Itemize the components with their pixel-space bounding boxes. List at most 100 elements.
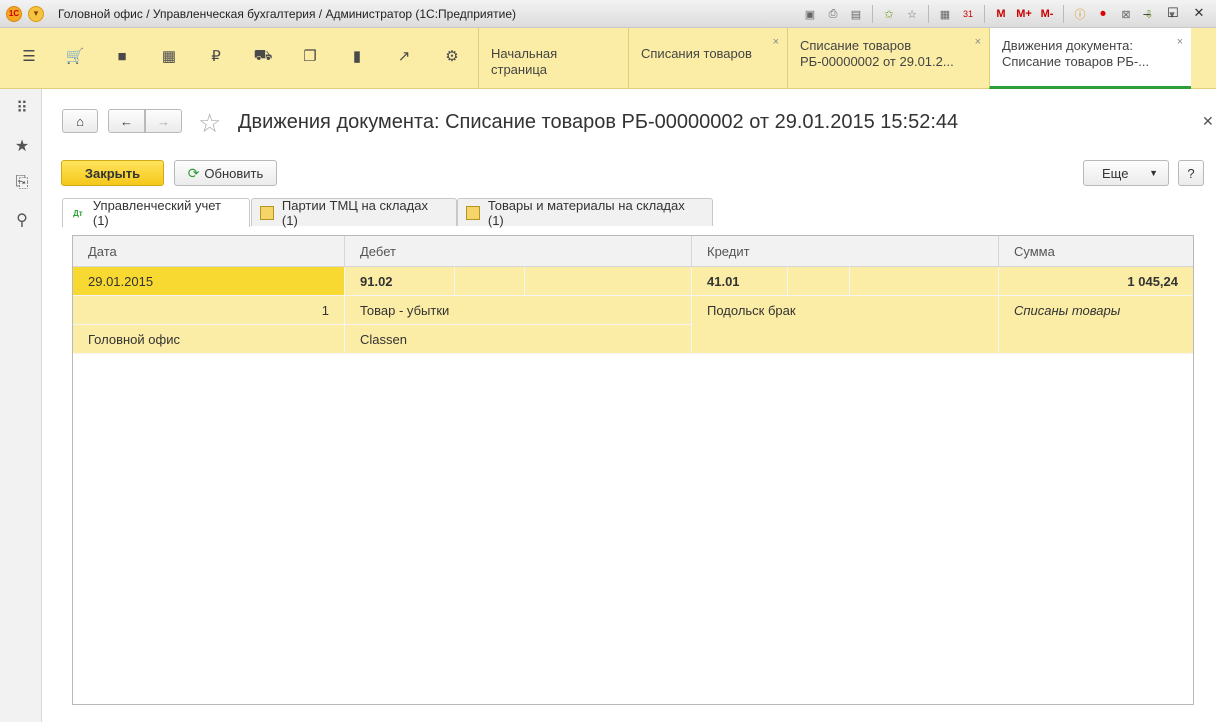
cell-sum[interactable]: 1 045,24	[999, 267, 1193, 296]
tab-document-movements[interactable]: Движения документа: Списание товаров РБ-…	[989, 28, 1191, 89]
memory-minus-button[interactable]: M-	[1037, 4, 1057, 24]
cell-debit-extra[interactable]	[525, 267, 692, 296]
warehouse-icon[interactable]: ▦	[157, 44, 181, 68]
page-title: Движения документа: Списание товаров РБ-…	[238, 111, 959, 133]
calendar-icon[interactable]: 31	[958, 4, 978, 24]
print-icon[interactable]: ⎙	[823, 4, 843, 24]
gear-icon[interactable]: ⚙	[440, 44, 464, 68]
cell-credit-subconto-1[interactable]: Подольск брак	[692, 296, 999, 354]
register-icon	[466, 205, 480, 220]
tab-close-icon[interactable]: ×	[975, 34, 981, 50]
tab-writeoffs-list[interactable]: Списания товаров ×	[628, 28, 787, 89]
save-icon[interactable]: ▣	[800, 4, 820, 24]
preview-icon[interactable]: ▤	[846, 4, 866, 24]
separator	[1063, 5, 1064, 23]
cell-credit-account[interactable]: 41.01	[692, 267, 788, 296]
separator	[928, 5, 929, 23]
back-button[interactable]: ←	[108, 109, 145, 133]
cell-line-number[interactable]: 1	[73, 296, 345, 325]
maximize-icon[interactable]: ☐	[1164, 4, 1182, 22]
ruble-icon[interactable]: ₽	[204, 44, 228, 68]
favorite-star-icon[interactable]: ☆	[198, 108, 221, 139]
favorites-add-icon[interactable]: ✩	[879, 4, 899, 24]
dropdown-arrow-icon: ▼	[1149, 168, 1158, 178]
refresh-label: Обновить	[204, 165, 264, 181]
home-button[interactable]: ⌂	[62, 109, 98, 133]
register-icon	[260, 205, 274, 220]
separator	[984, 5, 985, 23]
tab-label-line2: Списание товаров РБ-...	[1002, 54, 1150, 69]
cell-organization[interactable]: Головной офис	[73, 325, 345, 354]
memory-plus-button[interactable]: M+	[1014, 4, 1034, 24]
cell-content[interactable]: Списаны товары	[999, 296, 1193, 354]
help-button[interactable]: ?	[1178, 160, 1204, 186]
arrow-left-icon: ←	[120, 113, 133, 129]
tab-label: Управленческий учет (1)	[92, 198, 221, 228]
tab-close-icon[interactable]: ×	[1177, 34, 1183, 50]
column-header-date[interactable]: Дата	[73, 236, 345, 267]
cell-credit-extra[interactable]	[788, 267, 850, 296]
tab-batches-in-warehouses[interactable]: Партии ТМЦ на складах (1)	[251, 197, 457, 228]
truck-icon[interactable]: ⛟	[251, 44, 275, 68]
more-button[interactable]: Еще ▼	[1083, 160, 1169, 186]
tab-label-line2: РБ-00000002 от 29.01.2...	[800, 54, 954, 69]
tab-label: Списание товаров	[800, 38, 912, 53]
tab-close-icon[interactable]: ×	[773, 34, 779, 50]
movements-table[interactable]: Дата Дебет Кредит Сумма 29.01.2015 91.02…	[72, 235, 1194, 705]
history-icon[interactable]: ⎘	[11, 172, 33, 194]
column-header-debit[interactable]: Дебет	[345, 236, 692, 267]
column-header-sum[interactable]: Сумма	[999, 236, 1193, 267]
tab-start-page[interactable]: Начальная страница	[478, 28, 628, 89]
memory-button[interactable]: M	[991, 4, 1011, 24]
tab-label: Движения документа:	[1002, 38, 1133, 53]
tab-label: Начальная страница	[491, 46, 558, 77]
cell-debit-account[interactable]: 91.02	[345, 267, 455, 296]
tab-label: Партии ТМЦ на складах (1)	[281, 197, 428, 228]
column-header-credit[interactable]: Кредит	[692, 236, 999, 267]
cell-credit-extra[interactable]	[850, 267, 999, 296]
cell-debit-subconto-2[interactable]: Classen	[345, 325, 692, 354]
window-title: Головной офис / Управленческая бухгалтер…	[58, 6, 517, 21]
search-icon[interactable]: ⚲	[11, 209, 33, 231]
refresh-icon: ⟳	[187, 164, 200, 181]
refresh-button[interactable]: ⟳ Обновить	[174, 160, 277, 186]
window-title-bar: 1С ▾ Головной офис / Управленческая бухг…	[0, 0, 1216, 28]
minimize-icon[interactable]: –	[1138, 4, 1156, 22]
sections-panel: ☰ 🛒 ■ ▦ ₽ ⛟ ❐ ▮ ↗ ⚙ Начальная страница С…	[0, 28, 1216, 89]
window-close-icon[interactable]: ✕	[1190, 4, 1208, 22]
trend-icon[interactable]: ↗	[392, 44, 416, 68]
menu-icon[interactable]: ☰	[17, 44, 41, 68]
app-logo-icon: 1С	[6, 5, 22, 22]
tab-goods-in-warehouses[interactable]: Товары и материалы на складах (1)	[457, 197, 713, 228]
tab-writeoff-document[interactable]: Списание товаров РБ-00000002 от 29.01.2.…	[787, 28, 989, 89]
bag-icon[interactable]: ■	[110, 44, 134, 68]
separator	[872, 5, 873, 23]
open-windows-tabs: Начальная страница Списания товаров × Сп…	[478, 28, 1191, 89]
apps-grid-icon[interactable]: ⠿	[11, 97, 33, 119]
record-icon[interactable]: ⏺	[1093, 4, 1113, 24]
cell-date[interactable]: 29.01.2015	[73, 267, 345, 296]
cart-icon[interactable]: 🛒	[63, 44, 87, 68]
tab-label: Списания товаров	[641, 46, 752, 61]
form-close-icon[interactable]: ✕	[1202, 113, 1214, 130]
favorites-icon[interactable]: ☆	[902, 4, 922, 24]
favorites-star-icon[interactable]: ★	[11, 135, 33, 157]
forward-button[interactable]: →	[145, 109, 182, 133]
cell-debit-subconto-1[interactable]: Товар - убытки	[345, 296, 692, 325]
left-sidebar: ⠿ ★ ⎘ ⚲	[0, 89, 42, 722]
close-button[interactable]: Закрыть	[61, 160, 164, 186]
window-toolbar: ▣ ⎙ ▤ ✩ ☆ ▦ 31 M M+ M- ⓘ ⏺ ⊠ ⇩ ▾	[800, 4, 1182, 24]
calculator-icon[interactable]: ▦	[935, 4, 955, 24]
dt-kt-icon: Дт	[73, 208, 83, 218]
stop-icon[interactable]: ⊠	[1116, 4, 1136, 24]
bar-chart-icon[interactable]: ▮	[345, 44, 369, 68]
info-icon[interactable]: ⓘ	[1070, 4, 1090, 24]
documents-icon[interactable]: ❐	[298, 44, 322, 68]
window-controls: – ☐ ✕	[1138, 4, 1216, 22]
tab-management-accounting[interactable]: Дт Управленческий учет (1)	[62, 198, 250, 228]
arrow-right-icon: →	[157, 113, 170, 129]
main-menu-button[interactable]: ▾	[28, 5, 44, 22]
cell-debit-extra[interactable]	[455, 267, 525, 296]
tab-label: Товары и материалы на складах (1)	[487, 197, 685, 228]
home-icon: ⌂	[76, 113, 84, 129]
